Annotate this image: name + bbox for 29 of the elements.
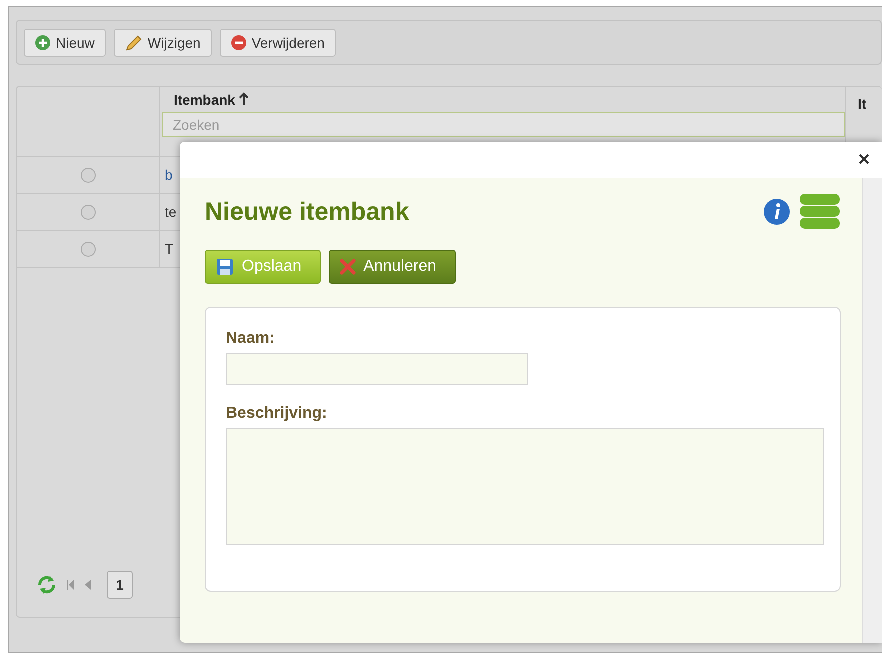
table-cell-text: T: [164, 240, 174, 259]
radio-button[interactable]: [80, 242, 96, 256]
table-cell-text: te: [164, 203, 177, 222]
first-page-icon[interactable]: [67, 580, 75, 590]
name-field[interactable]: [226, 353, 528, 385]
add-button[interactable]: Nieuw: [24, 28, 106, 56]
info-icon[interactable]: [763, 198, 791, 226]
dialog-title: Nieuwe itembank: [205, 198, 410, 226]
field-label: Beschrijving:: [226, 405, 328, 423]
previous-page-icon[interactable]: [85, 580, 91, 590]
scrollbar[interactable]: [862, 178, 882, 643]
pencil-icon: [124, 34, 143, 50]
description-field[interactable]: [226, 428, 824, 545]
page-number[interactable]: 1: [107, 571, 133, 599]
minus-icon: [230, 34, 247, 50]
sort-arrow-icon: [239, 92, 250, 106]
radio-button[interactable]: [80, 204, 96, 220]
column-header[interactable]: Itembank: [162, 87, 845, 112]
search-field[interactable]: Zoeken: [162, 112, 845, 137]
table-cell-text: b: [164, 166, 173, 185]
refresh-icon[interactable]: [37, 576, 57, 594]
field-label: Naam:: [226, 330, 276, 348]
delete-button[interactable]: Verwijderen: [220, 28, 336, 56]
cancel-button[interactable]: Annuleren: [328, 250, 456, 284]
edit-button[interactable]: Wijzigen: [114, 28, 212, 56]
plus-icon: [35, 34, 51, 50]
radio-button[interactable]: [80, 168, 96, 182]
stack-icon[interactable]: [799, 193, 841, 231]
cross-icon: [340, 259, 356, 275]
